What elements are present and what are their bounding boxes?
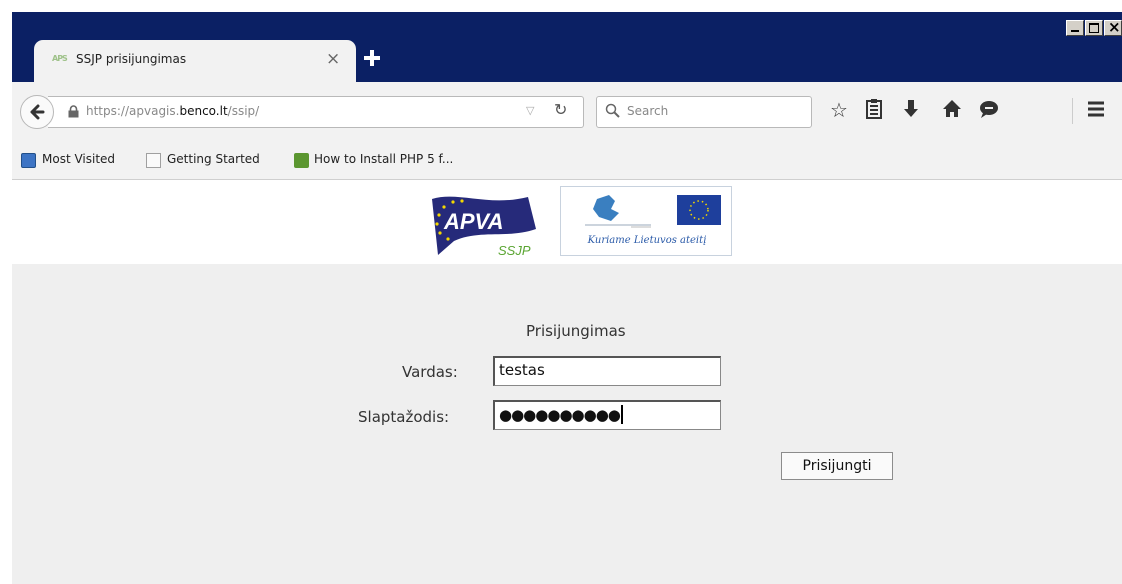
url-bar[interactable]: https://apvagis.benco.lt/ssip/ ▽ ↻	[48, 96, 584, 128]
download-icon[interactable]	[902, 98, 920, 125]
back-button[interactable]	[20, 95, 54, 129]
bookmark-getting-started[interactable]: Getting Started	[167, 152, 260, 166]
logo-text: APVA	[443, 209, 504, 234]
new-tab-plus-icon[interactable]	[362, 48, 382, 68]
apva-logo: APVA SSJP	[432, 196, 536, 258]
window-controls	[1066, 18, 1122, 36]
history-dropdown-icon[interactable]: ▽	[526, 104, 534, 117]
tab-favicon-icon: APS	[52, 54, 68, 63]
lock-icon	[68, 105, 79, 118]
search-placeholder: Search	[627, 104, 669, 118]
page-content: APVA SSJP Kuriame Lietuvos ateitį Prisij…	[12, 180, 1122, 584]
hamburger-menu-icon[interactable]	[1086, 98, 1106, 125]
site-favicon-icon	[294, 153, 309, 168]
lithuania-map-icon	[585, 195, 651, 228]
browser-window: APS SSJP prisijungimas × https://apvagis…	[12, 12, 1122, 584]
tab-close-icon[interactable]: ×	[326, 49, 340, 69]
most-visited-icon	[21, 153, 36, 168]
minimize-button[interactable]	[1066, 20, 1084, 36]
eu-funds-banner: Kuriame Lietuvos ateitį	[560, 186, 732, 256]
password-mask: ●●●●●●●●●●	[499, 406, 621, 424]
login-title: Prisijungimas	[526, 322, 626, 340]
bookmark-most-visited[interactable]: Most Visited	[42, 152, 115, 166]
title-bar: APS SSJP prisijungimas ×	[12, 12, 1122, 82]
text-caret	[620, 405, 623, 424]
login-button[interactable]: Prisijungti	[781, 452, 893, 480]
page-header: APVA SSJP Kuriame Lietuvos ateitį	[12, 180, 1122, 264]
username-label: Vardas:	[402, 363, 458, 381]
page-icon	[146, 153, 161, 168]
toolbar-separator	[1072, 98, 1073, 124]
tab-title: SSJP prisijungimas	[76, 52, 187, 66]
search-box[interactable]: Search	[596, 96, 812, 128]
username-value: testas	[499, 361, 545, 379]
search-icon	[605, 103, 620, 118]
back-arrow-icon	[30, 104, 45, 120]
bookmark-star-icon[interactable]: ☆	[830, 98, 848, 122]
reload-icon[interactable]: ↻	[554, 100, 567, 119]
logo-subtext: SSJP	[498, 243, 531, 258]
home-icon[interactable]	[942, 98, 962, 125]
password-label: Slaptažodis:	[358, 408, 450, 426]
maximize-button[interactable]	[1085, 20, 1103, 36]
browser-tab[interactable]: APS SSJP prisijungimas ×	[34, 40, 356, 82]
password-input[interactable]: ●●●●●●●●●●	[493, 400, 721, 430]
bookmark-install-php[interactable]: How to Install PHP 5 f...	[314, 152, 453, 166]
eu-flag-icon	[677, 195, 721, 225]
hello-chat-icon[interactable]	[978, 98, 1000, 125]
url-text: https://apvagis.benco.lt/ssip/	[86, 104, 260, 118]
username-input[interactable]: testas	[493, 356, 721, 386]
bookmarks-toolbar: Most Visited Getting Started How to Inst…	[12, 142, 1122, 180]
close-window-button[interactable]	[1104, 18, 1122, 36]
bookmarks-list-icon[interactable]	[864, 98, 884, 125]
eu-slogan: Kuriame Lietuvos ateitį	[587, 235, 707, 246]
navigation-toolbar: https://apvagis.benco.lt/ssip/ ▽ ↻ Searc…	[12, 82, 1122, 142]
